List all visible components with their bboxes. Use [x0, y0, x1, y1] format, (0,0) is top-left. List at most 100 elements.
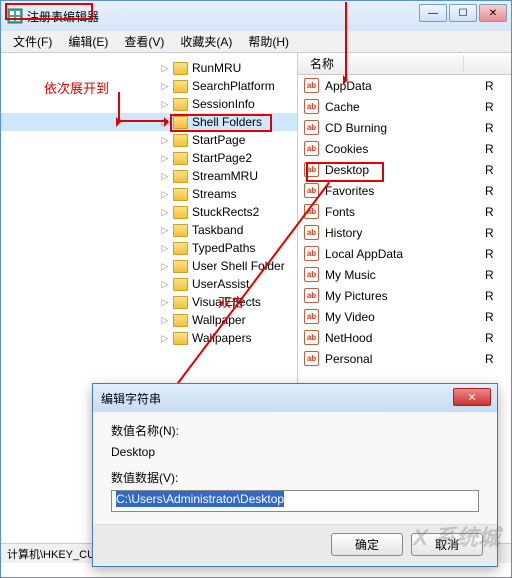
- tree-item[interactable]: ▷TypedPaths: [1, 239, 297, 257]
- list-row[interactable]: abFontsR: [298, 201, 511, 222]
- list-row[interactable]: abLocal AppDataR: [298, 243, 511, 264]
- row-type: R: [485, 247, 494, 261]
- string-value-icon: ab: [304, 141, 319, 156]
- menubar: 文件(F) 编辑(E) 查看(V) 收藏夹(A) 帮助(H): [1, 31, 511, 53]
- list-row[interactable]: abAppDataR: [298, 75, 511, 96]
- value-name-label: 数值名称(N):: [111, 422, 479, 439]
- dialog-title-text: 编辑字符串: [101, 390, 161, 407]
- tree-item-label: UserAssist: [192, 277, 249, 291]
- folder-icon: [173, 224, 188, 237]
- string-value-icon: ab: [304, 99, 319, 114]
- tree-item[interactable]: ▷StreamMRU: [1, 167, 297, 185]
- folder-icon: [173, 80, 188, 93]
- row-name: History: [325, 226, 485, 240]
- folder-icon: [173, 278, 188, 291]
- tree-item[interactable]: ▷ StartPage2: [1, 149, 297, 167]
- tree-item[interactable]: ▷ UserAssist: [1, 275, 297, 293]
- list-row[interactable]: abMy PicturesR: [298, 285, 511, 306]
- tree-item[interactable]: ▷Streams: [1, 185, 297, 203]
- row-name: Cookies: [325, 142, 485, 156]
- expander-icon[interactable]: ▷: [159, 171, 171, 182]
- expander-icon[interactable]: ▷: [159, 243, 171, 254]
- list-header: 名称: [298, 53, 511, 75]
- menu-favorites[interactable]: 收藏夹(A): [172, 33, 240, 50]
- expander-icon[interactable]: ▷: [159, 261, 171, 272]
- tree-item-label: VisualEffects: [192, 295, 261, 309]
- tree-item[interactable]: ▷ Wallpaper: [1, 311, 297, 329]
- folder-icon: [173, 242, 188, 255]
- list-row[interactable]: abMy VideoR: [298, 306, 511, 327]
- expander-icon[interactable]: ▷: [159, 81, 171, 92]
- expander-icon[interactable]: ▷: [159, 225, 171, 236]
- minimize-button[interactable]: —: [419, 4, 447, 22]
- expander-icon[interactable]: ▷: [159, 117, 171, 128]
- ok-button[interactable]: 确定: [331, 533, 403, 556]
- list-row[interactable]: abMy MusicR: [298, 264, 511, 285]
- list-row[interactable]: ab NetHoodR: [298, 327, 511, 348]
- string-value-icon: ab: [304, 246, 319, 261]
- row-name: Favorites: [325, 184, 485, 198]
- close-button[interactable]: ✕: [479, 4, 507, 22]
- list-row[interactable]: abCD BurningR: [298, 117, 511, 138]
- expander-icon[interactable]: ▷: [159, 135, 171, 146]
- expander-icon[interactable]: ▷: [159, 63, 171, 74]
- row-name: CD Burning: [325, 121, 485, 135]
- list-row[interactable]: abDesktopR: [298, 159, 511, 180]
- window-title: 注册表编辑器: [27, 8, 99, 25]
- list-row[interactable]: abFavoritesR: [298, 180, 511, 201]
- menu-edit[interactable]: 编辑(E): [60, 33, 116, 50]
- titlebar: 注册表编辑器 — ☐ ✕: [1, 1, 511, 31]
- list-row[interactable]: abPersonalR: [298, 348, 511, 369]
- string-value-icon: ab: [304, 267, 319, 282]
- folder-icon: [173, 332, 188, 345]
- row-name: NetHood: [325, 331, 485, 345]
- col-name[interactable]: 名称: [304, 55, 464, 72]
- tree-item[interactable]: ▷Wallpapers: [1, 329, 297, 347]
- tree-item[interactable]: ▷ RunMRU: [1, 59, 297, 77]
- string-value-icon: ab: [304, 330, 319, 345]
- tree-item[interactable]: ▷User Shell Folder: [1, 257, 297, 275]
- tree-item[interactable]: ▷StartPage: [1, 131, 297, 149]
- cancel-button[interactable]: 取消: [411, 533, 483, 556]
- dialog-titlebar: 编辑字符串 ✕: [93, 384, 497, 412]
- expander-icon[interactable]: ▷: [159, 153, 171, 164]
- folder-icon: [173, 152, 188, 165]
- row-name: Cache: [325, 100, 485, 114]
- tree-item[interactable]: ▷Shell Folders: [1, 113, 297, 131]
- row-name: Fonts: [325, 205, 485, 219]
- expander-icon[interactable]: ▷: [159, 99, 171, 110]
- value-data-input[interactable]: C:\Users\Administrator\Desktop: [111, 490, 479, 512]
- folder-icon: [173, 62, 188, 75]
- list-row[interactable]: abCookiesR: [298, 138, 511, 159]
- row-type: R: [485, 79, 494, 93]
- list-row[interactable]: abHistoryR: [298, 222, 511, 243]
- expander-icon[interactable]: ▷: [159, 189, 171, 200]
- maximize-button[interactable]: ☐: [449, 4, 477, 22]
- tree-item[interactable]: ▷ VisualEffects: [1, 293, 297, 311]
- dialog-close-button[interactable]: ✕: [453, 388, 491, 406]
- expander-icon[interactable]: ▷: [159, 333, 171, 344]
- row-name: My Video: [325, 310, 485, 324]
- tree-item[interactable]: ▷ SessionInfo: [1, 95, 297, 113]
- tree-item-label: StuckRects2: [192, 205, 259, 219]
- menu-file[interactable]: 文件(F): [5, 33, 60, 50]
- value-data-label: 数值数据(V):: [111, 469, 479, 486]
- expander-icon[interactable]: ▷: [159, 297, 171, 308]
- expander-icon[interactable]: ▷: [159, 279, 171, 290]
- row-type: R: [485, 100, 494, 114]
- tree-item[interactable]: ▷ StuckRects2: [1, 203, 297, 221]
- tree-item-label: RunMRU: [192, 61, 241, 75]
- tree-item-label: SessionInfo: [192, 97, 255, 111]
- tree-item[interactable]: ▷SearchPlatform: [1, 77, 297, 95]
- menu-help[interactable]: 帮助(H): [240, 33, 297, 50]
- folder-icon: [173, 314, 188, 327]
- tree-item-label: Wallpaper: [192, 313, 246, 327]
- expander-icon[interactable]: ▷: [159, 315, 171, 326]
- tree-item-label: StartPage2: [192, 151, 252, 165]
- menu-view[interactable]: 查看(V): [116, 33, 172, 50]
- list-row[interactable]: ab CacheR: [298, 96, 511, 117]
- row-type: R: [485, 331, 494, 345]
- expander-icon[interactable]: ▷: [159, 207, 171, 218]
- folder-icon: [173, 134, 188, 147]
- tree-item[interactable]: ▷Taskband: [1, 221, 297, 239]
